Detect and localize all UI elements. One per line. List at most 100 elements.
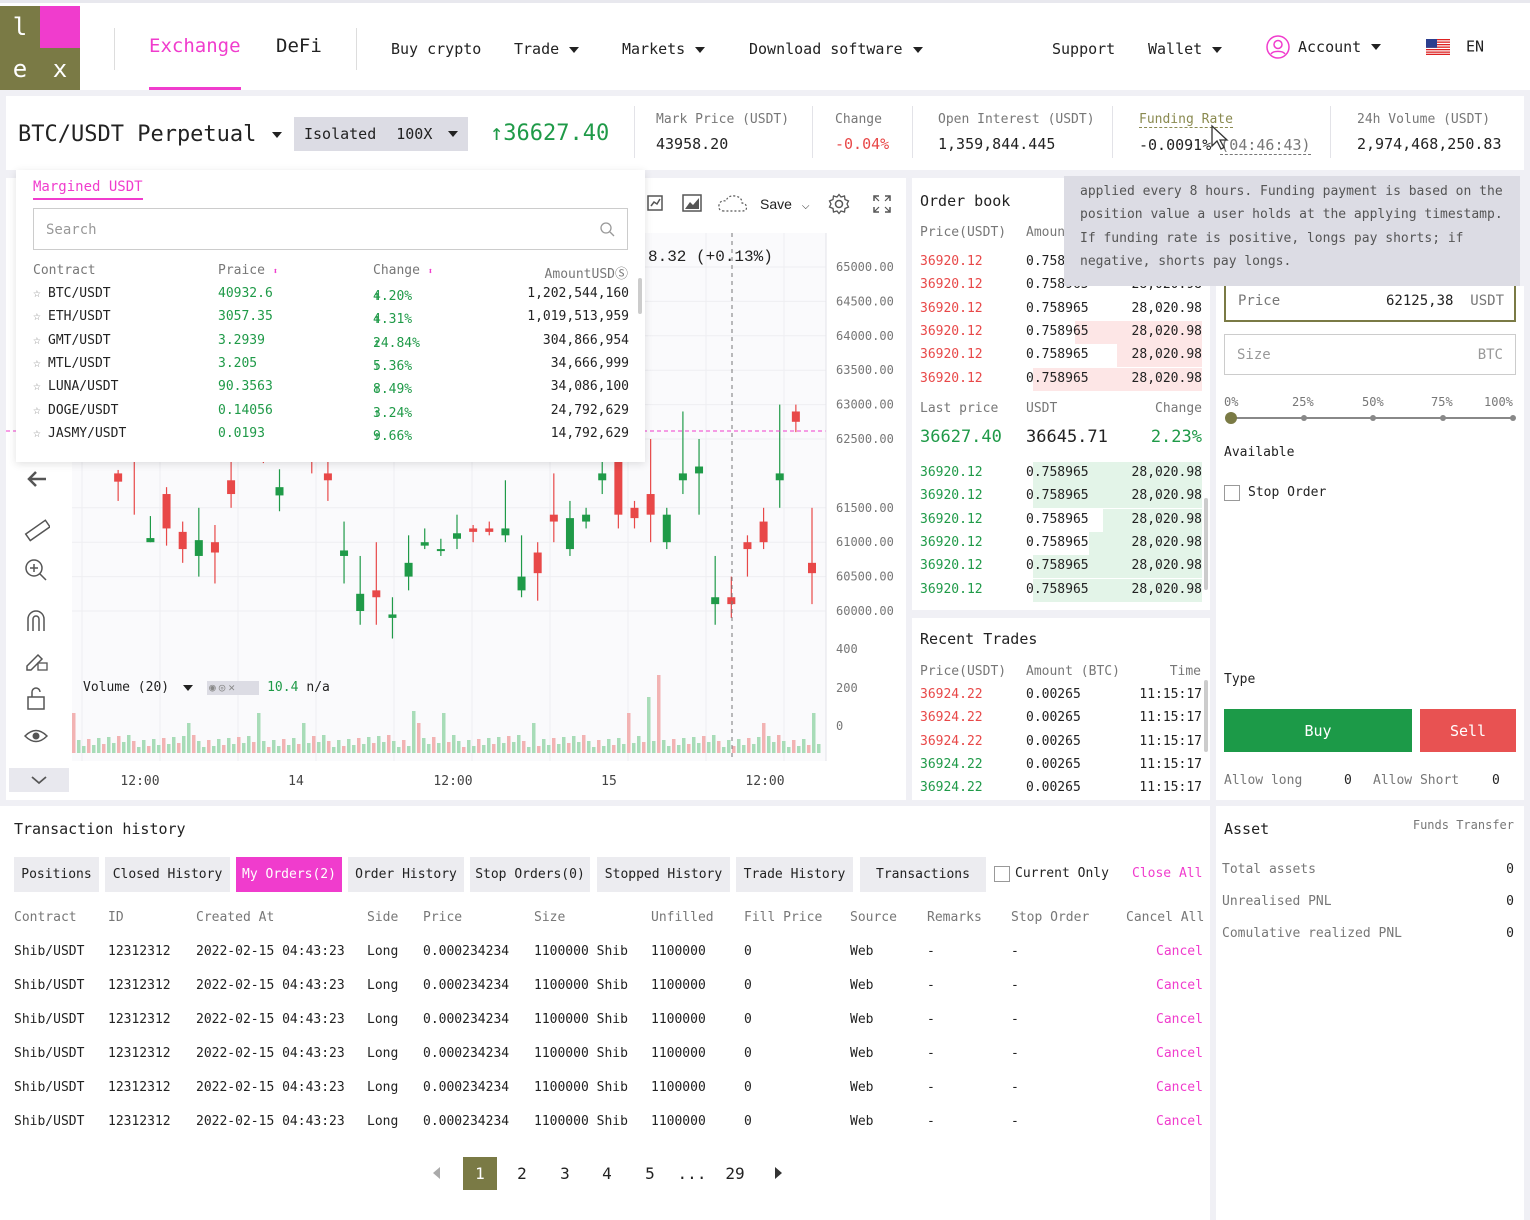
bid-row[interactable]: 36920.12 0.758965 28,020.98 <box>920 462 1202 485</box>
cancel-button[interactable]: Cancel <box>1156 1012 1203 1027</box>
zoom-in-icon[interactable] <box>24 558 48 586</box>
star-icon[interactable]: ☆ <box>33 356 41 371</box>
bid-row[interactable]: 36920.12 0.758965 28,020.98 <box>920 485 1202 509</box>
col-price[interactable]: Praice ⬍ <box>218 263 278 278</box>
draw-lock-icon[interactable] <box>24 648 48 676</box>
buy-button[interactable]: Buy <box>1224 709 1412 752</box>
tab-order-history[interactable]: Order History <box>348 857 464 892</box>
pair-selector[interactable]: BTC/USDT Perpetual <box>18 122 283 147</box>
page-button[interactable]: 1 <box>463 1157 497 1190</box>
symbol-row[interactable]: ☆ LUNA/USDT 90.3563 ↑ 8.49% 34,086,100 <box>33 376 629 399</box>
cancel-button[interactable]: Cancel <box>1156 1080 1203 1095</box>
slider-stop[interactable] <box>1370 415 1376 421</box>
volume-bar <box>327 741 331 753</box>
nav-exchange[interactable]: Exchange <box>149 35 241 57</box>
stat-mark-price: Mark Price (USDT) 43958.20 <box>656 112 790 153</box>
next-page-icon[interactable] <box>773 1165 785 1185</box>
slider-stop[interactable] <box>1440 415 1446 421</box>
star-icon[interactable]: ☆ <box>33 379 41 394</box>
area-chart-icon[interactable] <box>682 194 702 216</box>
bid-row[interactable]: 36920.12 0.758965 28,020.98 <box>920 531 1202 555</box>
symbol-row[interactable]: ☆ JASMY/USDT 0.0193 ↑ 9.66% 14,792,629 <box>33 423 629 446</box>
current-only-checkbox[interactable] <box>994 866 1010 882</box>
tab-stopped-history[interactable]: Stopped History <box>597 857 730 892</box>
ruler-icon[interactable] <box>24 518 51 548</box>
unlock-icon[interactable] <box>26 686 46 714</box>
bid-row[interactable]: 36920.12 0.758965 28,020.98 <box>920 555 1202 579</box>
page-button[interactable]: 2 <box>505 1157 539 1190</box>
stop-order-checkbox[interactable] <box>1224 485 1240 501</box>
toolbar-collapse-button[interactable] <box>9 768 69 792</box>
nav-buy-crypto[interactable]: Buy crypto <box>391 40 481 58</box>
logo[interactable]: l e x <box>0 6 80 91</box>
symbol-row[interactable]: ☆ MTL/USDT 3.205 ↑ 5.36% 34,666,999 <box>33 353 629 376</box>
prev-page-icon[interactable] <box>430 1165 442 1185</box>
cancel-button[interactable]: Cancel <box>1156 1114 1203 1129</box>
size-input[interactable]: Size BTC <box>1224 334 1516 375</box>
ask-row[interactable]: 36920.12 0.758965 28,020.98 <box>920 298 1202 321</box>
tab-margined-usdt[interactable]: Margined USDT <box>33 179 143 200</box>
nav-account[interactable]: Account <box>1266 35 1382 59</box>
order-book-scrollbar[interactable] <box>1204 498 1208 590</box>
cancel-button[interactable]: Cancel <box>1156 978 1203 993</box>
star-icon[interactable]: ☆ <box>33 403 41 418</box>
nav-support[interactable]: Support <box>1052 40 1115 58</box>
nav-wallet[interactable]: Wallet <box>1148 40 1223 58</box>
volume-bar <box>107 737 111 753</box>
save-button[interactable]: Save ⌵ <box>760 196 809 212</box>
page-button[interactable]: 29 <box>718 1157 752 1190</box>
dropdown-scrollbar[interactable] <box>638 278 642 314</box>
volume-bar <box>372 743 376 753</box>
close-all-button[interactable]: Close All <box>1132 866 1202 881</box>
tab-positions[interactable]: Positions <box>14 857 99 892</box>
cloud-icon[interactable] <box>718 194 748 218</box>
chart-type-icon[interactable] <box>646 194 664 216</box>
fullscreen-icon[interactable] <box>872 194 892 218</box>
ask-row[interactable]: 36920.12 0.758965 28,020.98 <box>920 344 1202 368</box>
col-change[interactable]: Change ⬍ <box>373 263 433 278</box>
symbol-search-input[interactable]: Search <box>33 208 628 250</box>
tab-stop-orders[interactable]: Stop Orders(0) <box>470 857 590 892</box>
language-selector[interactable]: EN <box>1426 37 1484 56</box>
bid-row[interactable]: 36920.12 0.758965 28,020.98 <box>920 578 1202 602</box>
nav-defi[interactable]: DeFi <box>276 35 322 57</box>
cancel-button[interactable]: Cancel <box>1156 1046 1203 1061</box>
recent-trades-scrollbar[interactable] <box>1204 680 1208 752</box>
ask-row[interactable]: 36920.12 0.758965 28,020.98 <box>920 320 1202 344</box>
gear-icon[interactable] <box>828 193 850 219</box>
arrow-left-icon[interactable] <box>26 468 48 494</box>
funds-transfer-link[interactable]: Funds Transfer <box>1413 818 1514 832</box>
bid-row[interactable]: 36920.12 0.758965 28,020.98 <box>920 508 1202 532</box>
margin-leverage-selector[interactable]: Isolated 100X <box>294 117 468 151</box>
price-input[interactable]: Price 62125,38 USDT <box>1224 282 1516 322</box>
slider-stop[interactable] <box>1301 415 1307 421</box>
size-slider-handle[interactable] <box>1225 412 1237 424</box>
tab-my-orders[interactable]: My Orders(2) <box>236 857 342 892</box>
volume-bar <box>817 744 821 753</box>
star-icon[interactable]: ☆ <box>33 426 41 441</box>
sell-button[interactable]: Sell <box>1420 709 1516 752</box>
magnet-icon[interactable] <box>25 610 47 636</box>
symbol-row[interactable]: ☆ GMT/USDT 3.2939 ↑ 24.84% 304,866,954 <box>33 330 629 353</box>
symbol-row[interactable]: ☆ BTC/USDT 40932.6 ↑ 4.20% 1,202,544,160 <box>33 283 629 306</box>
ask-row[interactable]: 36920.12 0.758965 28,020.98 <box>920 367 1202 391</box>
tab-closed-history[interactable]: Closed History <box>105 857 230 892</box>
ob-amount: 0.758965 <box>1026 465 1089 480</box>
tab-trade-history[interactable]: Trade History <box>736 857 853 892</box>
eye-icon[interactable] <box>23 728 49 748</box>
star-icon[interactable]: ☆ <box>33 333 41 348</box>
page-button[interactable]: 4 <box>590 1157 624 1190</box>
volume-bar <box>632 743 636 753</box>
tab-transactions[interactable]: Transactions <box>860 857 986 892</box>
slider-stop[interactable] <box>1510 415 1516 421</box>
nav-download-software[interactable]: Download software <box>749 40 923 58</box>
nav-trade[interactable]: Trade <box>514 40 580 58</box>
star-icon[interactable]: ☆ <box>33 309 41 324</box>
symbol-row[interactable]: ☆ ETH/USDT 3057.35 ↑ 4.31% 1,019,513,959 <box>33 306 629 329</box>
nav-markets[interactable]: Markets <box>622 40 706 58</box>
cancel-button[interactable]: Cancel <box>1156 944 1203 959</box>
symbol-row[interactable]: ☆ DOGE/USDT 0.14056 ↑ 3.24% 24,792,629 <box>33 400 629 423</box>
page-button[interactable]: 5 <box>633 1157 667 1190</box>
page-button[interactable]: 3 <box>548 1157 582 1190</box>
star-icon[interactable]: ☆ <box>33 286 41 301</box>
